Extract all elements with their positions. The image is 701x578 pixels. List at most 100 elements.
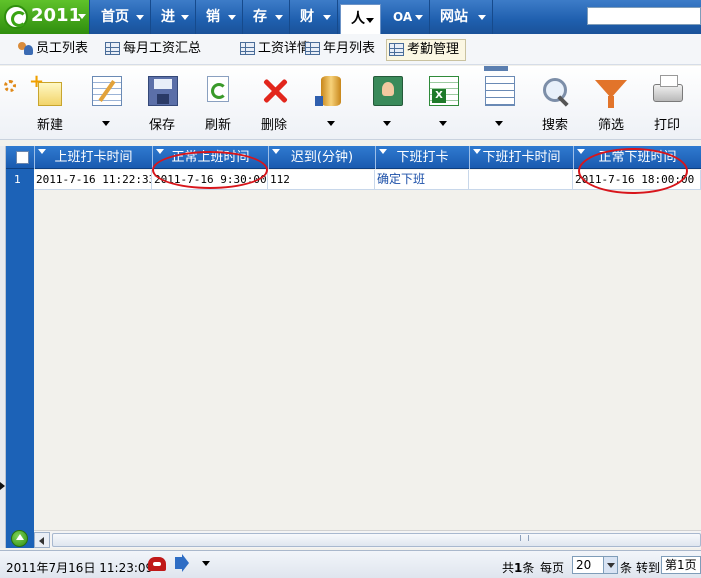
nav-item-purchase[interactable]: 进: [151, 0, 196, 34]
expand-arrow-icon[interactable]: [0, 482, 5, 490]
scroll-to-top-button[interactable]: [11, 530, 28, 547]
column-header-checkin-time[interactable]: 上班打卡时间: [34, 146, 152, 169]
per-page-select[interactable]: 20: [572, 556, 618, 574]
total-suffix: 条: [522, 561, 535, 575]
new-label: 新建: [36, 118, 63, 133]
tab-year-month-list[interactable]: 年月列表: [303, 39, 381, 61]
table-row[interactable]: 2011-7-16 11:22:33 2011-7-16 9:30:00 112…: [34, 170, 701, 190]
chevron-down-icon[interactable]: [202, 561, 210, 566]
column-menu-icon[interactable]: [156, 149, 164, 154]
grid-body: [6, 146, 701, 548]
toolbar-scroll-handle[interactable]: [484, 66, 508, 71]
cell-normal-end[interactable]: 2011-7-16 18:00:00: [573, 170, 701, 190]
nav-item-oa[interactable]: OA: [383, 0, 430, 34]
confirm-checkout-link[interactable]: 确定下班: [375, 170, 469, 190]
nav-item-label: 首页: [101, 9, 129, 25]
delete-button[interactable]: 删除: [248, 74, 300, 134]
sub-tabs: 员工列表 每月工资汇总 工资详情 年月列表 考勤管理: [0, 34, 701, 65]
finance-dropdown-button[interactable]: [305, 74, 357, 134]
refresh-label: 刷新: [204, 118, 231, 133]
column-menu-icon[interactable]: [577, 149, 585, 154]
cell-late-minutes[interactable]: 112: [268, 170, 375, 190]
filter-button[interactable]: 筛选: [585, 74, 637, 134]
contacts-dropdown-button[interactable]: [361, 74, 413, 134]
cell-normal-start[interactable]: 2011-7-16 9:30:00: [152, 170, 268, 190]
column-menu-icon[interactable]: [473, 149, 481, 154]
column-menu-icon[interactable]: [38, 149, 46, 154]
top-navigation: 2011 首页 进 销 存 财 人 OA 网站: [0, 0, 701, 34]
search-icon: [541, 76, 571, 106]
printer-icon: [653, 75, 683, 102]
nav-item-hr[interactable]: 人: [340, 4, 381, 34]
print-button[interactable]: 打印: [641, 74, 693, 134]
column-header-label: 下班打卡时间: [482, 150, 561, 165]
grid-header: 上班打卡时间 正常上班时间 迟到(分钟) 下班打卡 下班打卡时间 正常下班时间: [6, 146, 701, 169]
refresh-button[interactable]: 刷新: [192, 74, 244, 134]
tab-label: 每月工资汇总: [123, 41, 202, 56]
chevron-down-icon: [415, 15, 423, 20]
per-page-unit: 条: [620, 561, 633, 575]
per-page-label: 每页: [540, 561, 565, 575]
tab-label: 考勤管理: [407, 42, 460, 57]
horizontal-scrollbar[interactable]: [34, 530, 701, 548]
column-header-checkout[interactable]: 下班打卡: [375, 146, 469, 169]
gear-icon[interactable]: [4, 80, 16, 92]
app-logo-menu[interactable]: 2011: [0, 0, 90, 34]
new-button[interactable]: 新建: [24, 71, 76, 134]
row-number-gutter: [6, 146, 34, 548]
column-header-checkout-time[interactable]: 下班打卡时间: [469, 146, 573, 169]
cell-checkin-time[interactable]: 2011-7-16 11:22:33: [34, 170, 152, 190]
users-icon: [18, 42, 33, 55]
table-icon: [305, 42, 320, 55]
tab-monthly-salary-summary[interactable]: 每月工资汇总: [103, 39, 231, 61]
table-icon: [389, 43, 404, 56]
table-icon: [240, 42, 255, 55]
nav-item-label: 存: [253, 9, 267, 25]
column-header-normal-start[interactable]: 正常上班时间: [152, 146, 268, 169]
excel-import-dropdown-button[interactable]: [473, 74, 525, 134]
column-header-label: 迟到(分钟): [290, 150, 354, 165]
filter-label: 筛选: [597, 118, 624, 133]
tab-label: 员工列表: [36, 41, 89, 56]
column-menu-icon[interactable]: [272, 149, 280, 154]
nav-item-home[interactable]: 首页: [91, 0, 151, 34]
chevron-down-icon: [478, 15, 486, 20]
chevron-down-icon: [228, 15, 236, 20]
edit-dropdown-button[interactable]: [80, 74, 132, 134]
phone-icon[interactable]: [148, 557, 166, 571]
column-header-normal-end[interactable]: 正常下班时间: [573, 146, 701, 169]
delete-label: 删除: [260, 118, 287, 133]
coins-icon: [315, 76, 341, 106]
cell-checkout-time[interactable]: [469, 170, 573, 190]
nav-item-finance[interactable]: 财: [290, 0, 338, 34]
column-menu-icon[interactable]: [379, 149, 387, 154]
column-header-label: 上班打卡时间: [54, 150, 133, 165]
save-label: 保存: [148, 118, 175, 133]
speaker-icon[interactable]: [175, 557, 183, 569]
nav-item-sales[interactable]: 销: [196, 0, 243, 34]
tab-attendance-management[interactable]: 考勤管理: [386, 39, 466, 61]
nav-item-website[interactable]: 网站: [430, 0, 493, 34]
scroll-left-button[interactable]: [34, 532, 50, 548]
logo-year: 2011: [31, 5, 82, 26]
goto-label: 转到: [636, 561, 661, 575]
tab-employee-list[interactable]: 员工列表: [16, 39, 92, 61]
scrollbar-thumb[interactable]: [52, 533, 701, 547]
page-number-input[interactable]: 第1页: [661, 556, 701, 574]
top-search-input[interactable]: [587, 7, 701, 25]
chevron-down-icon[interactable]: [603, 557, 617, 573]
column-header-late-minutes[interactable]: 迟到(分钟): [268, 146, 375, 169]
excel-export-icon: [429, 76, 459, 106]
select-all-checkbox[interactable]: [16, 151, 29, 164]
save-button[interactable]: 保存: [136, 74, 188, 134]
save-icon: [148, 76, 178, 106]
nav-item-stock[interactable]: 存: [243, 0, 290, 34]
nav-item-label: 人: [351, 11, 365, 27]
current-datetime: 2011年7月16日 11:23:09: [6, 561, 154, 575]
search-button[interactable]: 搜索: [529, 74, 581, 134]
nav-item-label: 进: [161, 9, 175, 25]
excel-export-dropdown-button[interactable]: [417, 74, 469, 134]
print-label: 打印: [653, 118, 680, 133]
nav-item-label: 销: [206, 9, 220, 25]
logo-icon: [4, 5, 28, 29]
